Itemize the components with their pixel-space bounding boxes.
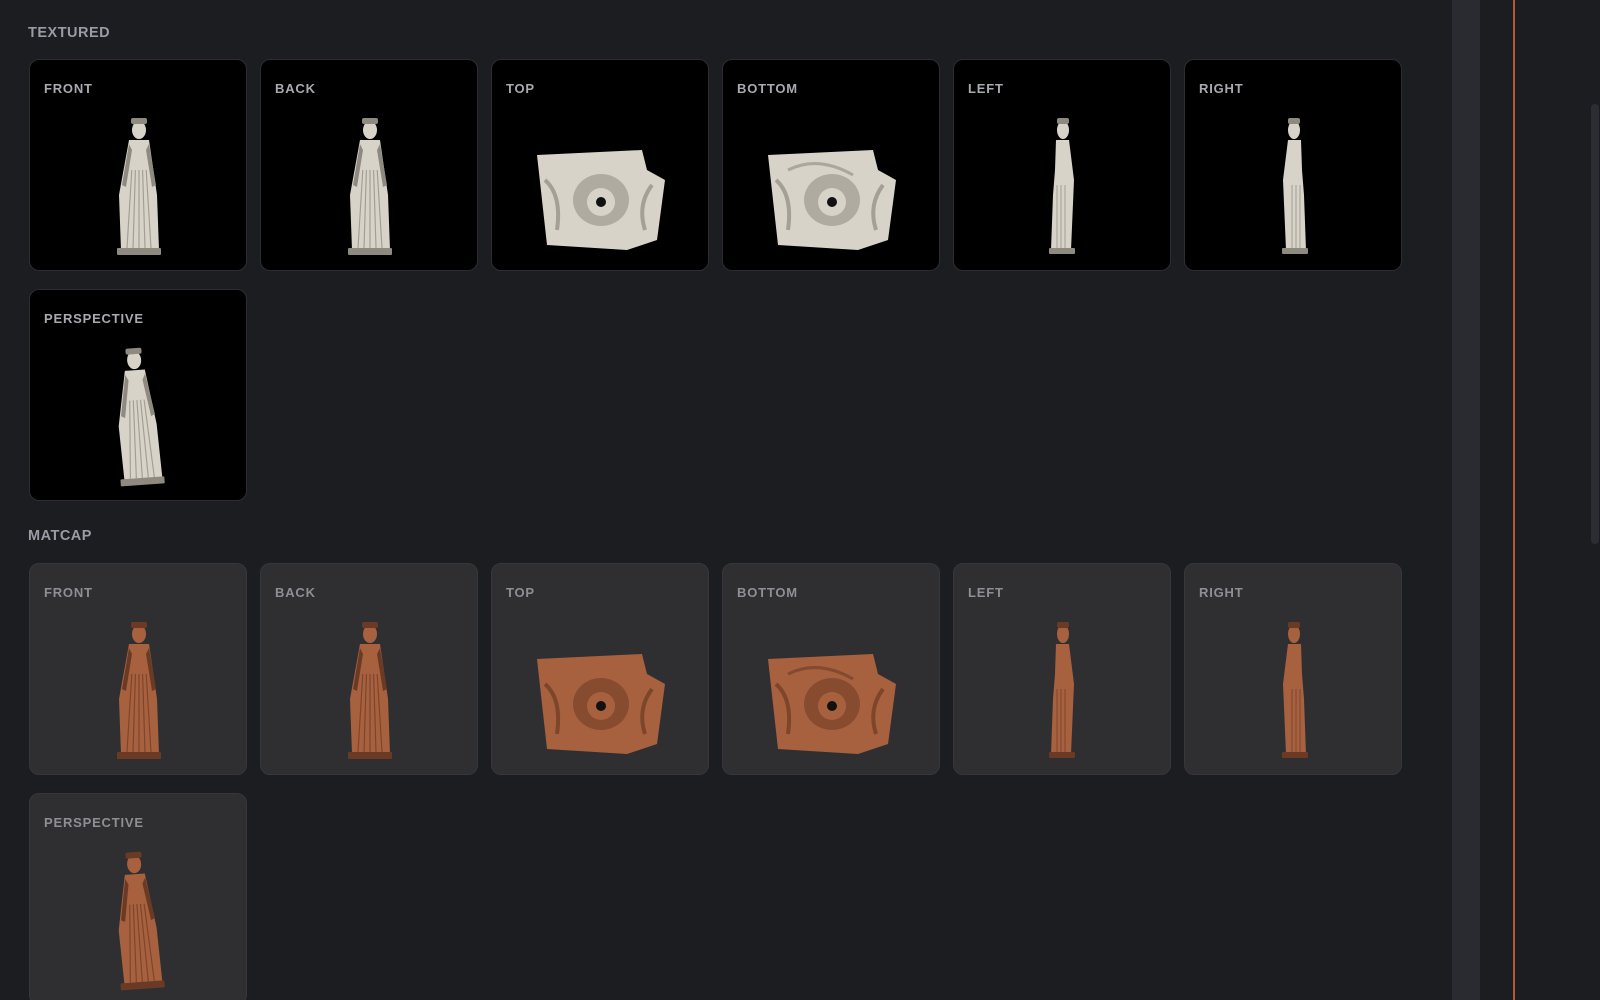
statue-front-render: [117, 622, 161, 759]
section-title-textured: TEXTURED: [28, 25, 111, 41]
tile-textured-left[interactable]: LEFT: [953, 59, 1171, 271]
statue-left-render: [1049, 622, 1075, 758]
statue-left-render: [1049, 118, 1075, 254]
tile-label: BOTTOM: [737, 81, 798, 96]
tile-label: LEFT: [968, 81, 1004, 96]
statue-right-render: [1282, 118, 1308, 254]
right-panel: [1480, 0, 1600, 1000]
tile-textured-front[interactable]: FRONT: [29, 59, 247, 271]
tile-label: RIGHT: [1199, 585, 1244, 600]
panel-divider: [1513, 0, 1515, 1000]
tile-textured-top[interactable]: TOP: [491, 59, 709, 271]
statue-front-render: [117, 118, 161, 255]
statue-perspective-render: [118, 851, 165, 991]
tile-textured-bottom[interactable]: BOTTOM: [722, 59, 940, 271]
tile-label: TOP: [506, 585, 535, 600]
statue-back-render: [348, 118, 392, 255]
right-panel-scrollbar-thumb[interactable]: [1591, 104, 1599, 544]
tile-label: TOP: [506, 81, 535, 96]
statue-back-render: [348, 622, 392, 759]
tile-matcap-top[interactable]: TOP: [491, 563, 709, 775]
statue-top-render: [537, 150, 665, 250]
tile-label: FRONT: [44, 585, 93, 600]
tile-matcap-front[interactable]: FRONT: [29, 563, 247, 775]
tile-matcap-bottom[interactable]: BOTTOM: [722, 563, 940, 775]
main-scrollbar-track[interactable]: [1452, 0, 1480, 1000]
tile-textured-perspective[interactable]: PERSPECTIVE: [29, 289, 247, 501]
tile-label: BOTTOM: [737, 585, 798, 600]
statue-top-render: [537, 654, 665, 754]
tile-textured-back[interactable]: BACK: [260, 59, 478, 271]
section-title-matcap: MATCAP: [28, 528, 92, 544]
statue-bottom-render: [768, 150, 896, 250]
tile-matcap-perspective[interactable]: PERSPECTIVE: [29, 793, 247, 1000]
tile-matcap-left[interactable]: LEFT: [953, 563, 1171, 775]
statue-right-render: [1282, 622, 1308, 758]
tile-label: BACK: [275, 585, 316, 600]
tile-matcap-back[interactable]: BACK: [260, 563, 478, 775]
statue-perspective-render: [118, 347, 165, 487]
tile-label: RIGHT: [1199, 81, 1244, 96]
tile-matcap-right[interactable]: RIGHT: [1184, 563, 1402, 775]
statue-bottom-render: [768, 654, 896, 754]
tile-label: LEFT: [968, 585, 1004, 600]
tile-label: PERSPECTIVE: [44, 311, 144, 326]
tile-label: PERSPECTIVE: [44, 815, 144, 830]
tile-label: FRONT: [44, 81, 93, 96]
render-views-panel: TEXTURED FRONT BACK TOP BOTTOM LEFT RIGH…: [0, 0, 1452, 1000]
tile-label: BACK: [275, 81, 316, 96]
tile-textured-right[interactable]: RIGHT: [1184, 59, 1402, 271]
